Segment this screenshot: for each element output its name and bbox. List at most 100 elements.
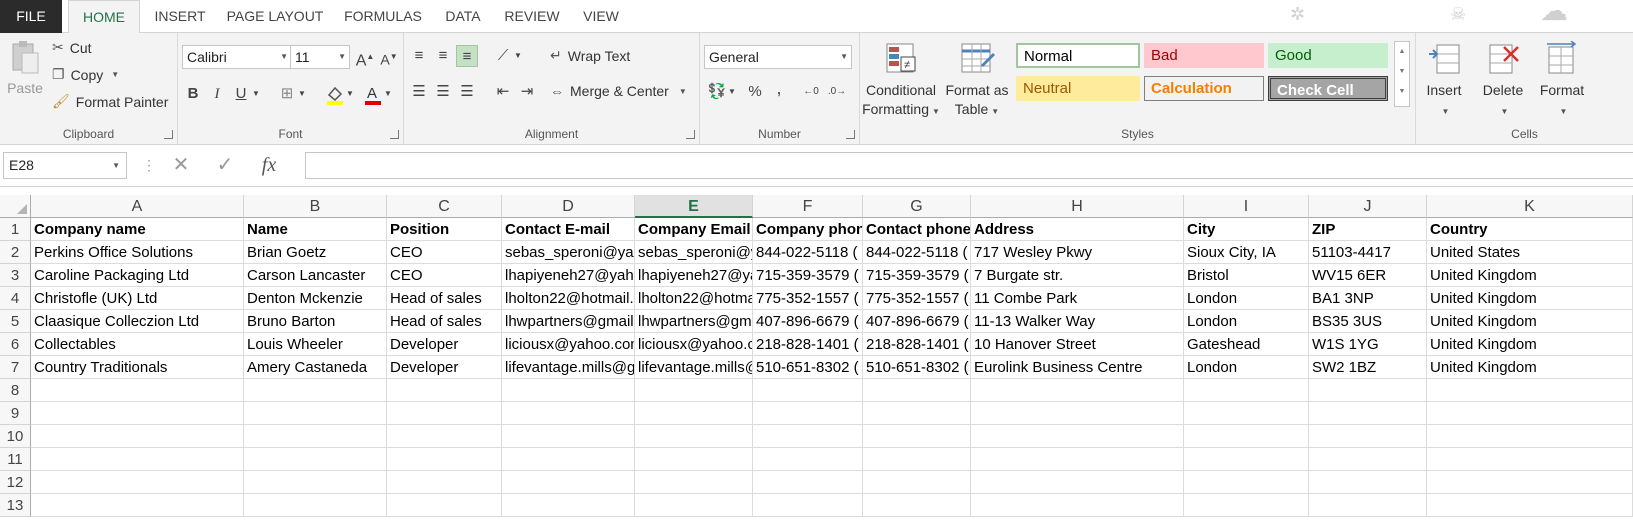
- percent-style-button[interactable]: %: [744, 81, 766, 103]
- cell-g11[interactable]: [863, 448, 971, 471]
- increase-font-size-icon[interactable]: A▲: [354, 46, 376, 69]
- cell-f2[interactable]: 844-022-5118 (: [753, 241, 863, 264]
- cell-c9[interactable]: [387, 402, 502, 425]
- cell-i6[interactable]: Gateshead: [1184, 333, 1309, 356]
- font-dialog-launcher-icon[interactable]: .: [390, 130, 399, 139]
- style-neutral[interactable]: Neutral: [1016, 76, 1140, 101]
- merge-center-button[interactable]: ⇔ Merge & Center ▼: [550, 83, 687, 99]
- fill-color-icon[interactable]: [324, 83, 346, 105]
- cell-e9[interactable]: [635, 402, 753, 425]
- bold-button[interactable]: B: [182, 83, 204, 105]
- cell-k10[interactable]: [1427, 425, 1633, 448]
- tab-file[interactable]: FILE: [0, 0, 62, 33]
- cell-g5[interactable]: 407-896-6679 (: [863, 310, 971, 333]
- cell-f9[interactable]: [753, 402, 863, 425]
- align-top-icon[interactable]: ≡: [408, 45, 430, 67]
- cell-a7[interactable]: Country Traditionals: [31, 356, 244, 379]
- column-header-j[interactable]: J: [1309, 195, 1427, 218]
- chevron-down-icon[interactable]: ▼: [1395, 62, 1409, 82]
- cell-c7[interactable]: Developer: [387, 356, 502, 379]
- cell-d2[interactable]: sebas_speroni@yahoo.com: [502, 241, 635, 264]
- cell-b2[interactable]: Brian Goetz: [244, 241, 387, 264]
- style-bad[interactable]: Bad: [1144, 43, 1264, 68]
- cancel-icon[interactable]: ✕: [166, 152, 196, 179]
- cell-d10[interactable]: [502, 425, 635, 448]
- column-header-a[interactable]: A: [31, 195, 244, 218]
- column-header-f[interactable]: F: [753, 195, 863, 218]
- header-cell-c1[interactable]: Position: [387, 218, 502, 241]
- increase-decimal-icon[interactable]: ←0: [800, 81, 822, 103]
- cell-f8[interactable]: [753, 379, 863, 402]
- cell-f6[interactable]: 218-828-1401 (: [753, 333, 863, 356]
- cell-i8[interactable]: [1184, 379, 1309, 402]
- chevron-down-icon[interactable]: ▼: [512, 45, 524, 67]
- row-header-12[interactable]: 12: [0, 471, 31, 494]
- align-left-icon[interactable]: ☰: [408, 81, 430, 103]
- tab-data[interactable]: DATA: [438, 0, 488, 33]
- cell-a8[interactable]: [31, 379, 244, 402]
- underline-button[interactable]: U: [230, 83, 252, 105]
- enter-icon[interactable]: ✓: [210, 152, 240, 179]
- align-right-icon[interactable]: ☰: [456, 81, 478, 103]
- cell-b10[interactable]: [244, 425, 387, 448]
- header-cell-a1[interactable]: Company name: [31, 218, 244, 241]
- cell-c5[interactable]: Head of sales: [387, 310, 502, 333]
- cell-h4[interactable]: 11 Combe Park: [971, 287, 1184, 310]
- align-bottom-icon[interactable]: ≡: [456, 45, 478, 67]
- formula-input[interactable]: [305, 152, 1633, 179]
- cell-h6[interactable]: 10 Hanover Street: [971, 333, 1184, 356]
- tab-insert[interactable]: INSERT: [148, 0, 212, 33]
- header-cell-k1[interactable]: Country: [1427, 218, 1633, 241]
- cell-a9[interactable]: [31, 402, 244, 425]
- cell-j4[interactable]: BA1 3NP: [1309, 287, 1427, 310]
- row-header-9[interactable]: 9: [0, 402, 31, 425]
- number-format-select[interactable]: General ▼: [704, 45, 852, 69]
- cell-e3[interactable]: lhapiyeneh27@yahoo.com: [635, 264, 753, 287]
- cell-k8[interactable]: [1427, 379, 1633, 402]
- cell-g3[interactable]: 715-359-3579 (: [863, 264, 971, 287]
- cut-button[interactable]: ✂ Cut: [52, 39, 92, 56]
- row-header-6[interactable]: 6: [0, 333, 31, 356]
- cell-h9[interactable]: [971, 402, 1184, 425]
- cell-g13[interactable]: [863, 494, 971, 517]
- cell-j10[interactable]: [1309, 425, 1427, 448]
- cell-k4[interactable]: United Kingdom: [1427, 287, 1633, 310]
- cell-g10[interactable]: [863, 425, 971, 448]
- conditional-formatting-button[interactable]: ≠ Conditional Formatting ▼: [862, 41, 940, 121]
- cell-i11[interactable]: [1184, 448, 1309, 471]
- decrease-font-size-icon[interactable]: A▼: [378, 46, 400, 68]
- cell-g6[interactable]: 218-828-1401 (: [863, 333, 971, 356]
- header-cell-e1[interactable]: Company Email: [635, 218, 753, 241]
- cell-i5[interactable]: London: [1184, 310, 1309, 333]
- borders-icon[interactable]: ⊞: [276, 83, 298, 105]
- copy-button[interactable]: ❐ Copy ▼: [52, 66, 119, 83]
- header-cell-g1[interactable]: Contact phone: [863, 218, 971, 241]
- cell-e10[interactable]: [635, 425, 753, 448]
- comma-style-button[interactable]: ,: [768, 77, 790, 99]
- column-header-k[interactable]: K: [1427, 195, 1633, 218]
- cell-f4[interactable]: 775-352-1557 (: [753, 287, 863, 310]
- header-cell-d1[interactable]: Contact E-mail: [502, 218, 635, 241]
- cell-k6[interactable]: United Kingdom: [1427, 333, 1633, 356]
- cell-a5[interactable]: Claasique Colleczion Ltd: [31, 310, 244, 333]
- cell-f10[interactable]: [753, 425, 863, 448]
- cell-f5[interactable]: 407-896-6679 (: [753, 310, 863, 333]
- cell-i4[interactable]: London: [1184, 287, 1309, 310]
- cell-a4[interactable]: Christofle (UK) Ltd: [31, 287, 244, 310]
- cell-h3[interactable]: 7 Burgate str.: [971, 264, 1184, 287]
- cell-k5[interactable]: United Kingdom: [1427, 310, 1633, 333]
- cell-b8[interactable]: [244, 379, 387, 402]
- cell-c12[interactable]: [387, 471, 502, 494]
- cell-d3[interactable]: lhapiyeneh27@yahoo.com: [502, 264, 635, 287]
- cell-k13[interactable]: [1427, 494, 1633, 517]
- column-header-c[interactable]: C: [387, 195, 502, 218]
- cell-d11[interactable]: [502, 448, 635, 471]
- cell-g4[interactable]: 775-352-1557 (: [863, 287, 971, 310]
- cell-e7[interactable]: lifevantage.mills@gmail.com: [635, 356, 753, 379]
- format-cells-button[interactable]: Format ▼: [1534, 41, 1590, 121]
- cell-j7[interactable]: SW2 1BZ: [1309, 356, 1427, 379]
- cell-h8[interactable]: [971, 379, 1184, 402]
- style-good[interactable]: Good: [1268, 43, 1388, 68]
- cell-c2[interactable]: CEO: [387, 241, 502, 264]
- column-header-g[interactable]: G: [863, 195, 971, 218]
